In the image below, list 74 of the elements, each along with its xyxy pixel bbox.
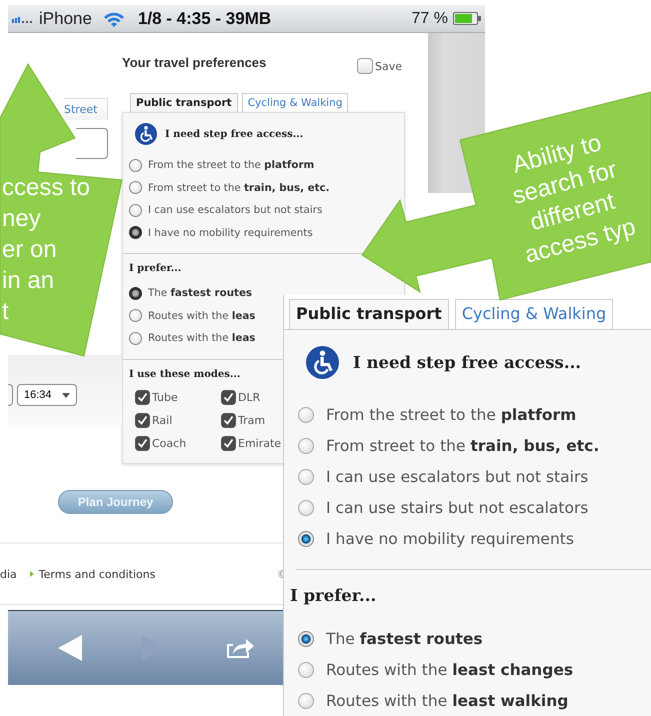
checkbox[interactable]	[221, 412, 236, 428]
callout-text: Ability to search for different access typ	[508, 128, 639, 271]
option-label: From the street to the platform	[326, 406, 576, 424]
option-label: I have no mobility requirements	[326, 530, 574, 548]
status-info: 1/8 - 4:35 - 39MB	[138, 8, 272, 28]
checkbox-label: Tube	[152, 390, 178, 404]
checkbox[interactable]	[221, 390, 236, 404]
radio-button[interactable]	[298, 630, 314, 647]
tab[interactable]: Cycling & Walking	[242, 93, 348, 112]
street-tab[interactable]: Street	[64, 98, 108, 120]
radio-button[interactable]	[129, 332, 142, 345]
wheelchair-icon	[306, 346, 339, 379]
footer-link[interactable]: dia	[0, 568, 17, 580]
option-label: I can use escalators but not stairs	[326, 468, 588, 486]
radio-button[interactable]	[129, 204, 142, 217]
time-select[interactable]: 16:34	[17, 384, 77, 406]
radio-button[interactable]	[298, 406, 314, 423]
caret-icon	[62, 392, 70, 398]
checkbox[interactable]	[135, 436, 150, 450]
bullet-icon	[30, 571, 34, 577]
checkbox-label: Coach	[152, 436, 186, 450]
radio-button[interactable]	[298, 662, 314, 678]
input-field[interactable]	[76, 128, 108, 159]
option-label: I can use escalators but not stairs	[148, 204, 322, 216]
battery-icon	[453, 12, 481, 25]
radio-button[interactable]	[298, 692, 314, 709]
checkbox[interactable]	[221, 436, 236, 450]
checkbox-label: Tram	[238, 414, 266, 426]
wifi-icon	[102, 10, 125, 26]
radio-button[interactable]	[129, 309, 142, 322]
checkbox-label: Rail	[152, 414, 172, 426]
checkbox-label: Save	[374, 60, 402, 72]
radio-button[interactable]	[129, 286, 142, 300]
option-label: Routes with the least walking	[326, 692, 568, 710]
option-label: Routes with the leas	[148, 310, 256, 322]
option-label: The fastest routes	[326, 630, 483, 648]
checkbox[interactable]	[356, 58, 373, 74]
option-label: From street to the train, bus, etc.	[148, 182, 330, 194]
wheelchair-icon	[135, 123, 157, 145]
section-heading: I prefer...	[129, 263, 182, 274]
option-label: From the street to the platform	[148, 159, 314, 172]
battery-percent: 77 %	[412, 10, 448, 28]
section-heading: I need step free access...	[165, 128, 304, 140]
option-label: From street to the train, bus, etc.	[326, 436, 600, 455]
callout-text: ccess to ney er on in an t	[2, 173, 90, 327]
option-label: Routes with the least changes	[326, 660, 574, 679]
section-heading: I use these modes...	[129, 368, 240, 380]
checkbox-label: DLR	[238, 390, 260, 404]
radio-button[interactable]	[129, 158, 142, 172]
section-title: Your travel preferences	[122, 54, 266, 70]
radio-button[interactable]	[298, 531, 314, 548]
option-label: I can use stairs but not escalators	[326, 499, 588, 518]
radio-button[interactable]	[129, 181, 142, 194]
tab[interactable]: Public transport	[130, 93, 238, 112]
checkbox[interactable]	[135, 412, 150, 428]
radio-button[interactable]	[298, 468, 314, 485]
signal-icon	[12, 14, 34, 22]
select-field[interactable]	[8, 384, 13, 406]
section-heading: I need step free access...	[353, 353, 582, 372]
radio-button[interactable]	[298, 500, 314, 516]
radio-button[interactable]	[129, 226, 142, 240]
checkbox[interactable]	[135, 390, 150, 404]
option-label: I have no mobility requirements	[148, 226, 313, 239]
share-icon[interactable]	[224, 636, 255, 660]
radio-button[interactable]	[298, 438, 314, 454]
checkbox-label: Emirate	[238, 436, 282, 450]
option-label: The fastest routes	[148, 287, 252, 300]
section-heading: I prefer...	[290, 586, 378, 605]
tab[interactable]: Public transport	[289, 299, 449, 329]
carrier-name: iPhone	[39, 8, 92, 28]
footer-link[interactable]: Terms and conditions	[38, 568, 156, 580]
tab[interactable]: Cycling & Walking	[454, 299, 614, 329]
back-icon[interactable]	[58, 635, 82, 661]
option-label: Routes with the leas	[148, 332, 256, 344]
